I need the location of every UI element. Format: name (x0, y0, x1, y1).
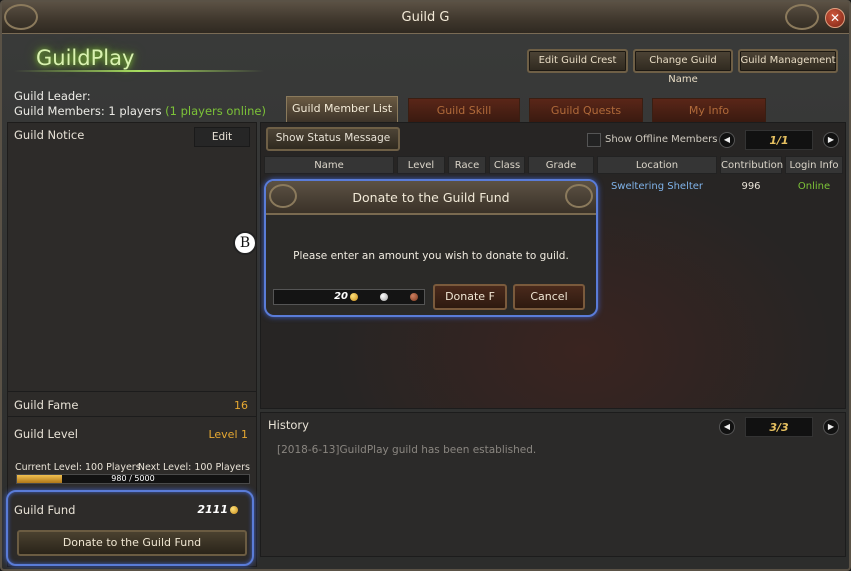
column-header-name[interactable]: Name (264, 156, 394, 174)
guild-fund-amount: 2111 (197, 503, 228, 516)
member-contribution: 996 (741, 181, 761, 192)
history-page-next-icon[interactable]: ▶ (823, 419, 839, 435)
gold-coin-icon (350, 293, 358, 301)
edit-guild-crest-button[interactable]: Edit Guild Crest (527, 49, 628, 73)
guild-summary: Guild Leader: Guild Members: 1 players (… (14, 89, 266, 119)
window-title: Guild G (401, 10, 450, 25)
guild-members-online: (1 players online) (165, 104, 266, 118)
donate-confirm-button[interactable]: Donate F (433, 284, 507, 310)
member-location: Sweltering Shelter (610, 181, 704, 192)
gold-coin-icon (230, 506, 238, 514)
donation-amount-input[interactable]: 20 (273, 289, 425, 305)
guild-level-label: Guild Level (14, 427, 78, 441)
history-panel: History ◀ 3/3 ▶ [2018-6-13]GuildPlay gui… (260, 412, 846, 557)
title-bar[interactable]: Guild G ✕ (2, 2, 849, 34)
guild-members-count: Guild Members: 1 players (14, 104, 162, 118)
banner-glow (14, 70, 264, 72)
guild-name-banner: GuildPlay (36, 46, 135, 70)
next-level-text: Next Level: 100 Players (137, 462, 250, 473)
guild-fund-value: 2111 (197, 503, 238, 516)
title-ornament-icon (785, 4, 819, 30)
donation-amount-gold: 20 (334, 291, 348, 302)
guild-fund-label: Guild Fund (14, 503, 76, 517)
guild-level-value: Level 1 (208, 428, 248, 441)
donate-dialog-message: Please enter an amount you wish to donat… (293, 250, 569, 262)
column-header-contribution[interactable]: Contribution (720, 156, 783, 174)
guild-management-button[interactable]: Guild Management (738, 49, 838, 73)
guild-leader-label: Guild Leader: (14, 89, 91, 103)
history-page-prev-icon[interactable]: ◀ (719, 419, 735, 435)
guild-window: Guild G ✕ GuildPlay Edit Guild Crest Cha… (0, 0, 851, 571)
column-header-race[interactable]: Race (448, 156, 486, 174)
progress-text: 980 / 5000 (111, 474, 155, 483)
change-guild-name-button[interactable]: Change Guild Name (633, 49, 733, 85)
tab-my-info[interactable]: My Info (652, 98, 766, 122)
guild-fame-row: Guild Fame 16 (8, 391, 256, 417)
donate-to-guild-fund-button[interactable]: Donate to the Guild Fund (17, 530, 247, 556)
guild-fame-value: 16 (234, 399, 248, 412)
member-page-prev-icon[interactable]: ◀ (719, 132, 735, 148)
guild-notice-label: Guild Notice (14, 128, 85, 142)
tab-guild-skill[interactable]: Guild Skill (408, 98, 520, 122)
guild-level-block: Guild Level Level 1 Current Level: 100 P… (8, 419, 256, 485)
edit-notice-button[interactable]: Edit (194, 127, 250, 147)
tab-guild-quests[interactable]: Guild Quests (529, 98, 643, 122)
guild-fund-block: Guild Fund 2111 Donate to the Guild Fund (6, 490, 254, 566)
guild-fame-label: Guild Fame (14, 398, 79, 412)
guild-level-progress-bar: 980 / 5000 (16, 474, 250, 484)
column-header-class[interactable]: Class (489, 156, 525, 174)
donate-dialog-title: Donate to the Guild Fund (352, 190, 510, 205)
close-icon[interactable]: ✕ (825, 8, 845, 28)
donate-cancel-button[interactable]: Cancel (513, 284, 585, 310)
member-page-indicator: 1/1 (745, 130, 813, 150)
show-offline-members-checkbox[interactable] (587, 133, 601, 147)
silver-coin-icon (380, 293, 388, 301)
history-label: History (268, 418, 309, 432)
dialog-ornament-icon (565, 184, 593, 208)
history-page-indicator: 3/3 (745, 417, 813, 437)
column-header-grade[interactable]: Grade (528, 156, 594, 174)
member-page-next-icon[interactable]: ▶ (823, 132, 839, 148)
column-header-level[interactable]: Level (397, 156, 445, 174)
column-header-login-info[interactable]: Login Info (785, 156, 843, 174)
tab-guild-member-list[interactable]: Guild Member List (286, 96, 398, 122)
history-entry: [2018-6-13]GuildPlay guild has been esta… (277, 444, 537, 456)
callout-b-marker: B (233, 231, 257, 255)
copper-coin-icon (410, 293, 418, 301)
guild-members-line: Guild Members: 1 players (1 players onli… (14, 104, 266, 119)
show-status-message-button[interactable]: Show Status Message (266, 127, 400, 151)
show-offline-members-label: Show Offline Members (605, 134, 718, 145)
current-level-text: Current Level: 100 Players (15, 462, 141, 473)
column-header-location[interactable]: Location (597, 156, 717, 174)
donate-dialog: Donate to the Guild Fund Please enter an… (264, 179, 598, 317)
member-login-status: Online (797, 181, 831, 192)
donate-dialog-header: Donate to the Guild Fund (266, 181, 596, 215)
